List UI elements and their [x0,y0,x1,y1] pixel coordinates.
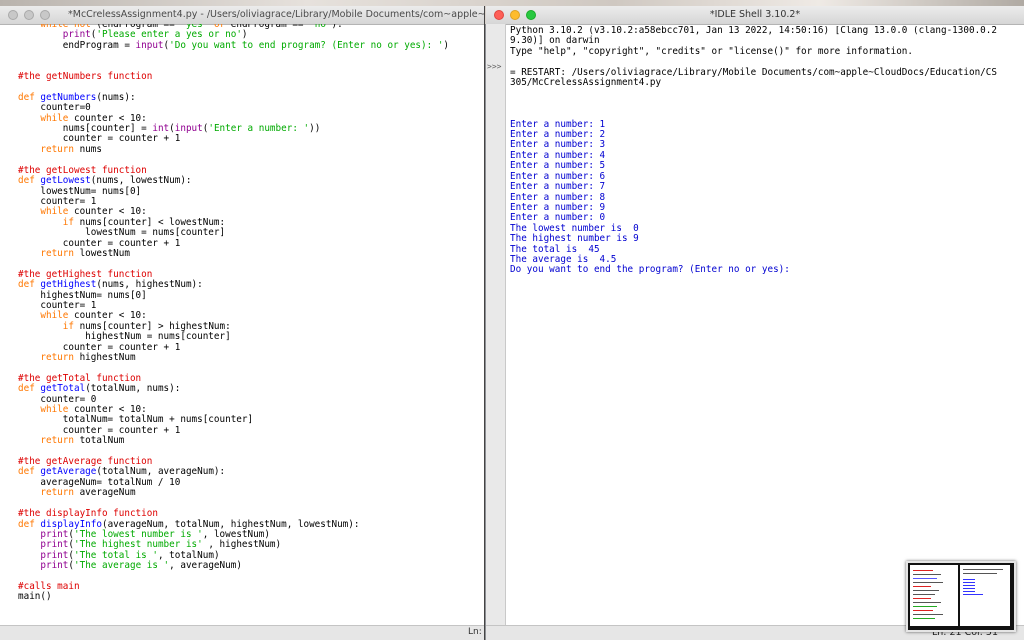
code-editor[interactable]: while not (endProgram == 'yes' or endPro… [0,24,482,626]
output-line: The highest number is 9 [510,233,639,245]
shell-prompt: >>> [487,62,502,71]
editor-titlebar[interactable]: *McCrelessAssignment4.py - /Users/olivia… [0,6,484,25]
output-line: Enter a number: 4 [510,149,606,161]
shell-prompt-gutter: >>> [486,24,506,626]
output-line: The lowest number is 0 [510,222,639,234]
shell-title: *IDLE Shell 3.10.2* [709,9,801,20]
editor-line-indicator: Ln: [468,627,482,637]
output-line: Enter a number: 8 [510,191,606,203]
output-line: Enter a number: 7 [510,181,606,193]
output-line: The total is 45 [510,243,600,255]
thumbnail-left-pane [910,565,958,626]
output-line: Enter a number: 9 [510,201,606,213]
output-line: Enter a number: 2 [510,129,606,141]
editor-status-bar: Ln: [0,625,484,640]
close-button[interactable] [8,10,18,20]
input-prompt-line[interactable]: Do you want to end the program? (Enter n… [510,264,795,275]
output-line: Enter a number: 5 [510,160,606,172]
shell-titlebar[interactable]: *IDLE Shell 3.10.2* [486,6,1024,25]
shell-console[interactable]: Python 3.10.2 (v3.10.2:a58ebcc701, Jan 1… [510,26,1006,624]
screenshot-thumbnail[interactable] [906,561,1016,632]
minimize-button[interactable] [24,10,34,20]
banner-line: Type "help", "copyright", "credits" or "… [510,45,913,57]
output-line: The average is 4.5 [510,253,617,265]
thumbnail-right-pane [960,565,1010,626]
output-line: Enter a number: 1 [510,118,606,130]
output-line: Enter a number: 0 [510,212,606,224]
output-line: Enter a number: 6 [510,170,606,182]
editor-title: *McCrelessAssignment4.py - /Users/olivia… [68,9,484,20]
banner-line: Python 3.10.2 (v3.10.2:a58ebcc701, Jan 1… [510,26,997,47]
output-line: Enter a number: 3 [510,139,606,151]
shell-window[interactable]: *IDLE Shell 3.10.2* >>> Python 3.10.2 (v… [486,6,1024,640]
restart-line: = RESTART: /Users/oliviagrace/Library/Mo… [510,66,1003,89]
zoom-button[interactable] [40,10,50,20]
editor-window[interactable]: *McCrelessAssignment4.py - /Users/olivia… [0,6,485,640]
